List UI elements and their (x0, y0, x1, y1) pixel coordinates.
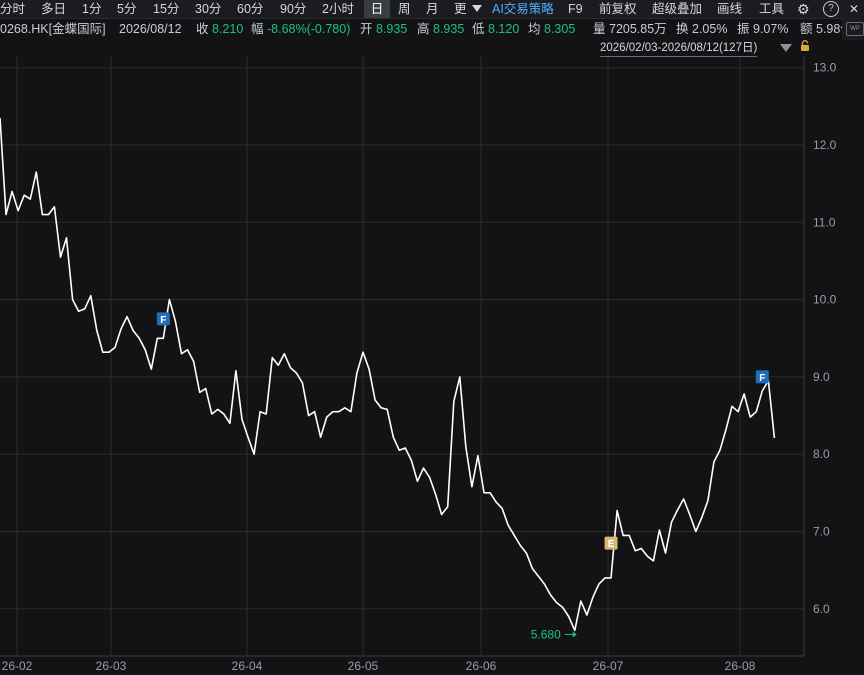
tab-intraday[interactable]: 分时 (0, 0, 25, 18)
x-axis-ticks: 26-02 26-03 26-04 26-05 26-06 26-07 26-08 (2, 659, 756, 673)
tab-5min[interactable]: 5分 (117, 0, 136, 18)
tab-15min[interactable]: 15分 (153, 0, 179, 18)
x-tick-label: 26-03 (96, 659, 127, 673)
high-value: 8.935 (433, 22, 465, 36)
amplitude-value: 9.07% (753, 22, 789, 36)
close-label: 收 (196, 22, 209, 36)
date-range-selector[interactable]: 2026/02/03-2026/08/12(127日) (600, 40, 758, 57)
help-icon[interactable]: ? (823, 1, 839, 17)
y-tick-label: 11.0 (813, 215, 836, 229)
open-label: 开 (360, 22, 373, 36)
close-icon[interactable]: ✕ (849, 0, 859, 18)
event-marker-f[interactable]: F (755, 370, 769, 384)
draw-button[interactable]: 画线 (717, 0, 742, 18)
marker-label: F (759, 373, 765, 384)
close-field: 收 8.210 (196, 19, 243, 39)
low-value: 8.120 (488, 22, 520, 36)
tools-button[interactable]: 工具 (759, 0, 784, 18)
high-field: 高 8.935 (417, 19, 464, 39)
y-tick-label: 7.0 (813, 525, 830, 539)
y-tick-label: 9.0 (813, 370, 830, 384)
change-field: 幅 -8.68%(-0.780) (251, 19, 350, 39)
low-annotation: 5.680 (531, 627, 577, 641)
more-dropdown-icon[interactable] (472, 5, 482, 12)
change-value: -8.68%(-0.780) (267, 22, 351, 36)
low-arrow-head (572, 631, 577, 638)
amount-label: 额 (800, 22, 813, 36)
open-field: 开 8.935 (360, 19, 407, 39)
event-marker-e[interactable]: E (604, 536, 618, 551)
x-tick-label: 26-05 (348, 659, 379, 673)
lock-icon[interactable] (800, 40, 810, 51)
x-tick-label: 26-04 (232, 659, 263, 673)
low-value-label: 5.680 (531, 627, 561, 641)
amplitude-field: 振 9.07% (737, 19, 788, 39)
adjust-button[interactable]: 前复权 (599, 0, 637, 18)
low-label: 低 (472, 22, 485, 36)
turnover-field: 换 2.05% (676, 19, 727, 39)
tab-2hour[interactable]: 2小时 (322, 0, 354, 18)
price-chart[interactable]: 26-02 26-03 26-04 26-05 26-06 26-07 26-08 13.0… (0, 0, 864, 675)
avg-value: 8.305 (544, 22, 576, 36)
turnover-value: 2.05% (692, 22, 728, 36)
marker-label: F (160, 315, 166, 326)
y-tick-label: 12.0 (813, 138, 837, 152)
open-value: 8.935 (376, 22, 408, 36)
y-axis-ticks: 13.0 12.0 11.0 10.0 9.0 8.0 7.0 6.0 (813, 61, 837, 616)
tab-1min[interactable]: 1分 (82, 0, 101, 18)
period-toolbar: 分时 多日 1分 5分 15分 30分 60分 90分 2小时 日 周 月 更 … (0, 0, 864, 19)
quote-bar: 0268.HK[金蝶国际] 2026/08/12 收 8.210 幅 -8.68… (0, 19, 864, 39)
x-tick-label: 26-07 (593, 659, 624, 673)
overlay-button[interactable]: 超级叠加 (652, 0, 702, 18)
tab-30min[interactable]: 30分 (195, 0, 221, 18)
f9-button[interactable]: F9 (568, 0, 583, 18)
x-tick-label: 26-06 (466, 659, 497, 673)
wp-badge[interactable]: WP (846, 22, 864, 36)
price-series-line (0, 117, 776, 632)
volume-value: 7205.85万 (609, 22, 667, 36)
range-dropdown-icon[interactable] (780, 44, 792, 52)
y-tick-label: 13.0 (813, 61, 837, 75)
high-label: 高 (417, 22, 430, 36)
grid-lines (0, 56, 805, 657)
ai-strategy-button[interactable]: AI交易策略 (492, 0, 554, 18)
gear-icon[interactable]: ⚙ (797, 0, 810, 18)
amplitude-label: 振 (737, 22, 750, 36)
close-value: 8.210 (212, 22, 244, 36)
y-tick-label: 10.0 (813, 293, 837, 307)
tab-week[interactable]: 周 (398, 0, 411, 18)
avg-label: 均 (528, 22, 541, 36)
turnover-label: 换 (676, 22, 689, 36)
x-tick-label: 26-08 (725, 659, 756, 673)
y-tick-label: 6.0 (813, 602, 830, 616)
x-tick-label: 26-02 (2, 659, 33, 673)
tab-multi-day[interactable]: 多日 (41, 0, 66, 18)
volume-field: 量 7205.85万 (593, 19, 667, 39)
y-tick-label: 8.0 (813, 447, 830, 461)
tab-day[interactable]: 日 (364, 0, 390, 18)
tab-month[interactable]: 月 (426, 0, 439, 18)
event-marker-f[interactable]: F (156, 312, 170, 326)
low-field: 低 8.120 (472, 19, 519, 39)
tab-90min[interactable]: 90分 (280, 0, 306, 18)
stock-code-name[interactable]: 0268.HK[金蝶国际] (0, 19, 106, 39)
tab-60min[interactable]: 60分 (237, 0, 263, 18)
quote-date: 2026/08/12 (119, 22, 182, 36)
marker-label: E (608, 539, 615, 550)
change-label: 幅 (251, 22, 264, 36)
event-markers[interactable]: F E F (156, 312, 769, 551)
avg-field: 均 8.305 (528, 19, 575, 39)
volume-label: 量 (593, 22, 606, 36)
tab-more[interactable]: 更 (454, 0, 467, 18)
